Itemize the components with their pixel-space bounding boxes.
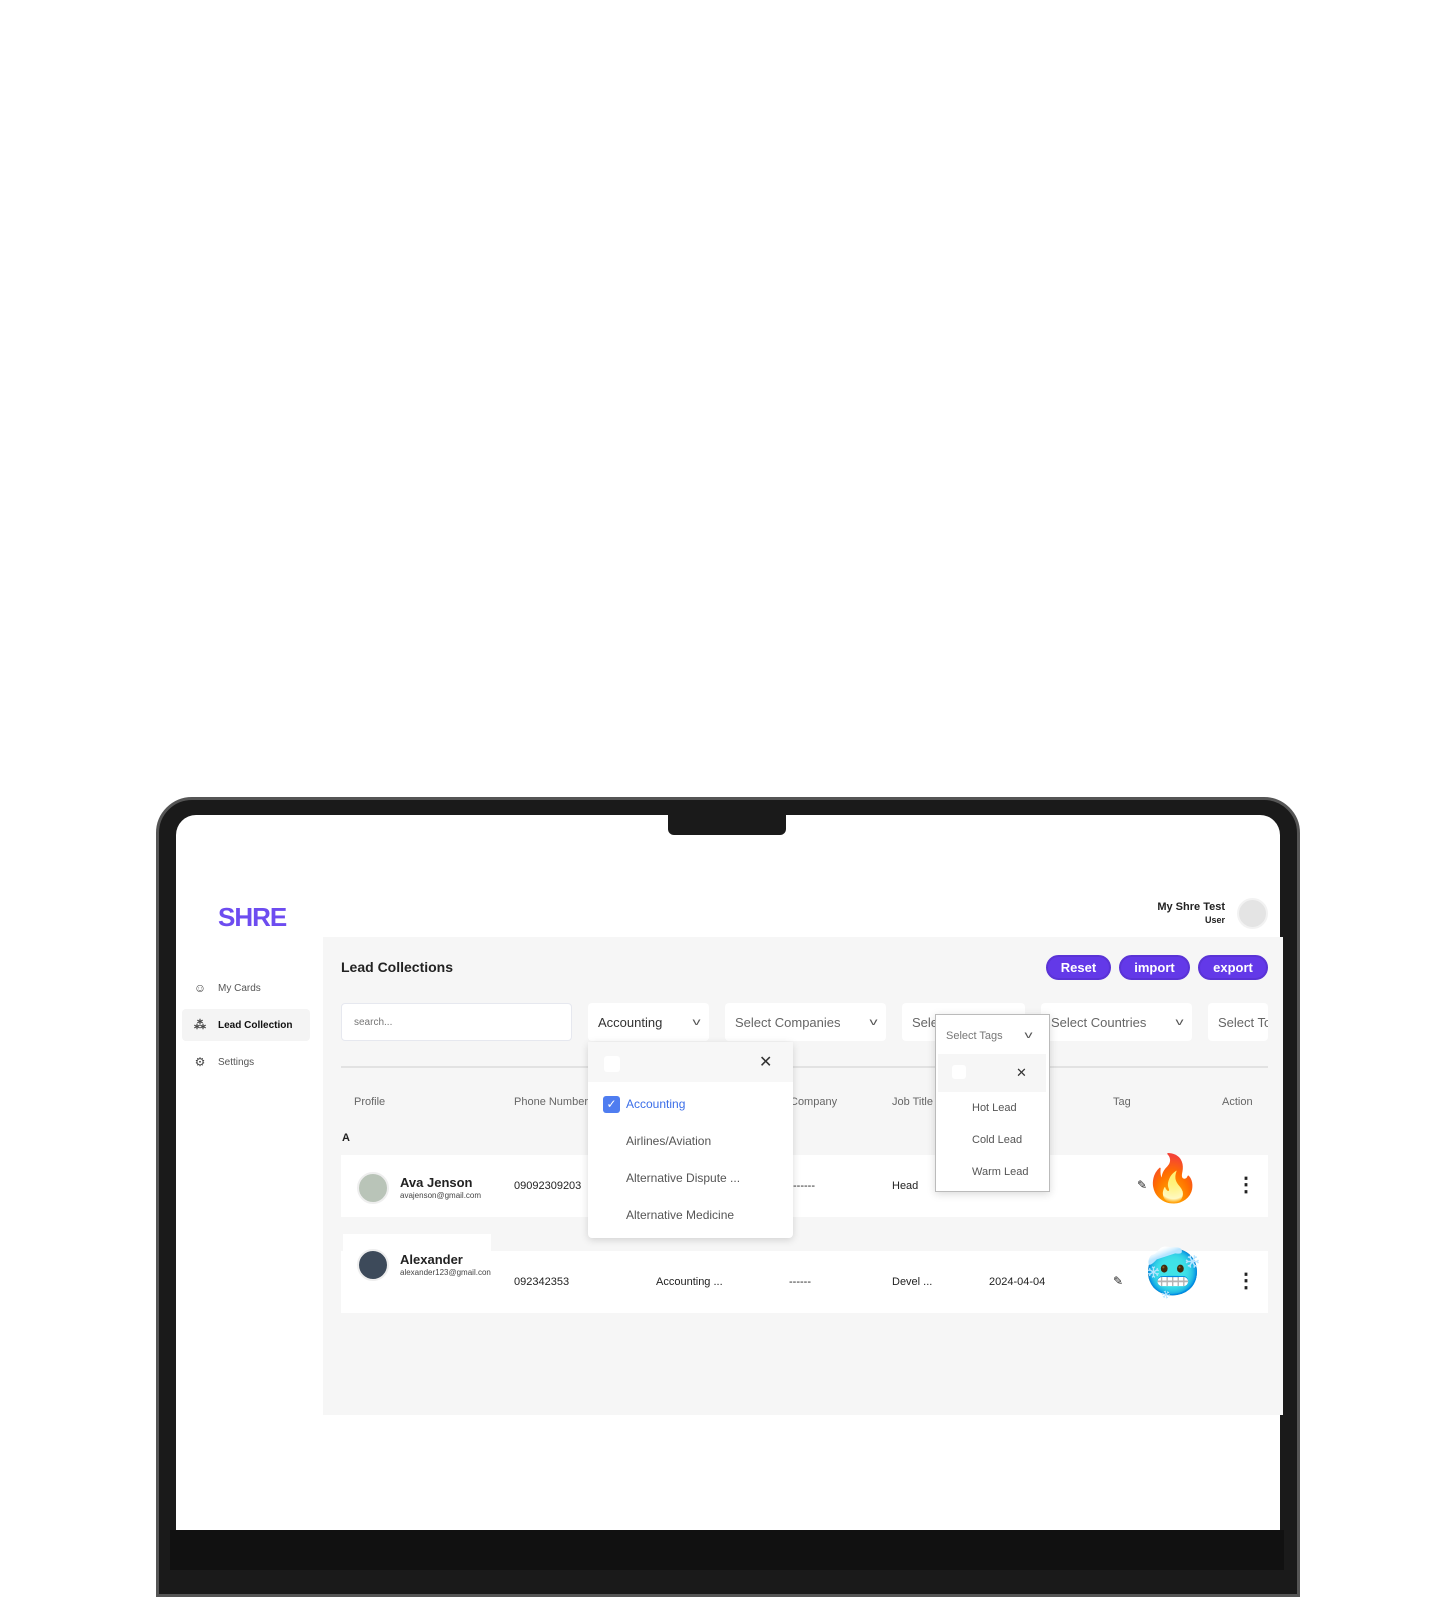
lead-name: Ava Jenson xyxy=(400,1175,473,1190)
lead-company: ------ xyxy=(793,1180,815,1192)
avatar xyxy=(357,1172,389,1204)
cold-lead-tag-icon: 🥶 xyxy=(1144,1246,1202,1298)
countries-select-value: Select Countries xyxy=(1051,1014,1147,1030)
lead-phone: 09092309203 xyxy=(514,1180,582,1192)
tags-select-placeholder[interactable]: Select Tags xyxy=(946,1030,1003,1042)
tags-dropdown-menu: Select Tags v ✕ Hot Lead Cold Lead Warm … xyxy=(935,1014,1050,1192)
industry-select-value: Accounting xyxy=(598,1014,663,1030)
industry-dropdown-menu: ✕ ✓ Accounting Airlines/Aviation Alterna… xyxy=(588,1042,793,1238)
divider xyxy=(341,1066,1268,1068)
checkbox-checked-icon[interactable]: ✓ xyxy=(603,1096,620,1113)
column-header-action: Action xyxy=(1222,1096,1253,1108)
close-icon[interactable]: ✕ xyxy=(759,1052,772,1072)
user-role: User xyxy=(1204,915,1225,925)
countries-select[interactable]: Select Countries v xyxy=(1041,1003,1192,1041)
reset-button[interactable]: Reset xyxy=(1046,955,1111,980)
column-header-tag: Tag xyxy=(1113,1096,1131,1108)
lead-job-title: Devel ... xyxy=(892,1276,933,1288)
chevron-down-icon: v xyxy=(692,1016,701,1028)
lead-industry: Accounting ... xyxy=(656,1276,723,1288)
logo[interactable]: SHRE xyxy=(218,902,287,933)
gear-icon: ⚙ xyxy=(194,1055,206,1069)
lead-date: 2024-04-04 xyxy=(989,1276,1046,1288)
extra-select-value: Select To xyxy=(1218,1014,1268,1030)
sidebar-item-label: My Cards xyxy=(218,982,261,994)
companies-select[interactable]: Select Companies v xyxy=(725,1003,886,1041)
column-header-phone: Phone Number xyxy=(514,1096,588,1108)
export-button[interactable]: export xyxy=(1198,955,1268,980)
sidebar-item-my-cards[interactable]: ☺ My Cards xyxy=(182,972,310,1004)
more-options-icon[interactable]: ⋮ xyxy=(1236,1175,1256,1195)
dropdown-option[interactable]: Airlines/Aviation xyxy=(626,1134,711,1148)
select-all-checkbox[interactable] xyxy=(604,1056,620,1072)
laptop-base xyxy=(170,1530,1284,1570)
lead-company: ------ xyxy=(789,1276,811,1288)
lead-name: Alexander xyxy=(400,1252,463,1267)
edit-icon[interactable]: ✎ xyxy=(1113,1274,1123,1288)
select-all-checkbox[interactable] xyxy=(952,1065,966,1079)
lead-phone: 092342353 xyxy=(514,1276,570,1288)
extra-select[interactable]: Select To xyxy=(1208,1003,1268,1041)
dropdown-option[interactable]: Accounting xyxy=(626,1097,685,1111)
hot-lead-tag-icon: 🔥 xyxy=(1144,1152,1202,1204)
chevron-down-icon: v xyxy=(869,1016,878,1028)
tag-option[interactable]: Hot Lead xyxy=(972,1102,1017,1114)
sidebar-item-settings[interactable]: ⚙ Settings xyxy=(182,1046,310,1078)
tag-option[interactable]: Warm Lead xyxy=(972,1166,1028,1178)
column-header-company: Company xyxy=(790,1096,838,1108)
companies-select-value: Select Companies xyxy=(735,1014,841,1030)
industry-select[interactable]: Accounting v xyxy=(588,1003,709,1041)
import-button[interactable]: import xyxy=(1119,955,1190,980)
lead-email: avajenson@gmail.com xyxy=(400,1191,482,1200)
column-header-job-title: Job Title xyxy=(892,1096,933,1108)
tag-option[interactable]: Cold Lead xyxy=(972,1134,1022,1146)
dropdown-option[interactable]: Alternative Dispute ... xyxy=(626,1171,740,1185)
camera-notch xyxy=(668,815,786,835)
user-info[interactable]: My Shre Test User xyxy=(1100,901,1225,925)
chevron-down-icon: v xyxy=(1175,1016,1184,1028)
user-icon: ☺ xyxy=(193,981,207,995)
page-title: Lead Collections xyxy=(341,959,454,975)
lead-job-title: Head xyxy=(892,1180,919,1192)
dropdown-option[interactable]: Alternative Medicine xyxy=(626,1208,734,1222)
sidebar-item-lead-collection[interactable]: ⁂ Lead Collection xyxy=(182,1009,310,1041)
people-icon: ⁂ xyxy=(194,1018,206,1032)
user-name: My Shre Test xyxy=(1157,901,1225,913)
group-letter: A xyxy=(342,1132,350,1144)
avatar[interactable] xyxy=(1237,898,1268,929)
sidebar-item-label: Lead Collection xyxy=(218,1019,293,1031)
column-header-profile: Profile xyxy=(354,1096,386,1108)
lead-email: alexander123@gmail.con xyxy=(400,1268,491,1277)
avatar xyxy=(357,1249,389,1281)
more-options-icon[interactable]: ⋮ xyxy=(1236,1271,1256,1291)
search-input[interactable] xyxy=(341,1003,572,1041)
close-icon[interactable]: ✕ xyxy=(1016,1065,1027,1081)
sidebar-item-label: Settings xyxy=(218,1056,255,1068)
chevron-down-icon[interactable]: v xyxy=(1025,1030,1033,1041)
